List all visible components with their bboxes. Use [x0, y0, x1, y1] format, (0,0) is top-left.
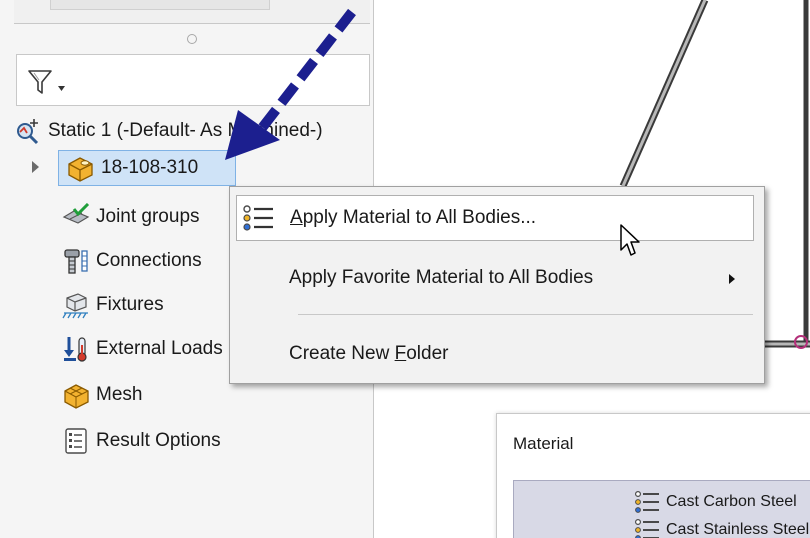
- material-list-icon: [634, 518, 660, 538]
- material-row[interactable]: Cast Carbon Steel: [634, 489, 797, 515]
- material-list-icon: [241, 203, 275, 233]
- material-list-icon: [634, 490, 660, 514]
- dialog-title: Material: [513, 434, 574, 453]
- material-row-label: Cast Carbon Steel: [666, 493, 797, 510]
- menu-separator: [298, 314, 753, 315]
- menu-item-apply-material-all[interactable]: Apply Material to All Bodies...: [236, 195, 754, 256]
- submenu-arrow-icon: [729, 274, 735, 284]
- material-dialog: Material Cast Carbon Steel Cast Stainles…: [496, 413, 810, 538]
- menu-accelerator: F: [394, 343, 407, 364]
- menu-label-rest: older: [406, 343, 449, 364]
- menu-item-label: Apply Material to All Bodies...: [290, 207, 536, 229]
- material-tree-list: Cast Carbon Steel Cast Stainless Steel: [513, 480, 810, 538]
- menu-item-label: Create New Folder: [289, 343, 448, 365]
- menu-label-prefix: Create New: [289, 343, 395, 364]
- menu-item-label: Apply Favorite Material to All Bodies: [289, 267, 594, 288]
- menu-item-apply-favorite-material[interactable]: Apply Favorite Material to All Bodies: [236, 255, 754, 301]
- mouse-cursor-icon: [620, 224, 640, 256]
- menu-item-create-new-folder[interactable]: Create New Folder: [236, 331, 754, 377]
- context-menu: Apply Material to All Bodies... Apply Fa…: [229, 186, 765, 384]
- material-row[interactable]: Cast Stainless Steel: [634, 517, 809, 538]
- menu-label-rest: pply Material to All Bodies...: [302, 207, 537, 228]
- menu-accelerator: A: [290, 207, 303, 228]
- material-row-label: Cast Stainless Steel: [666, 521, 810, 538]
- screenshot-root: Static 1 (-Default- As Machined-) 18-108…: [0, 0, 810, 538]
